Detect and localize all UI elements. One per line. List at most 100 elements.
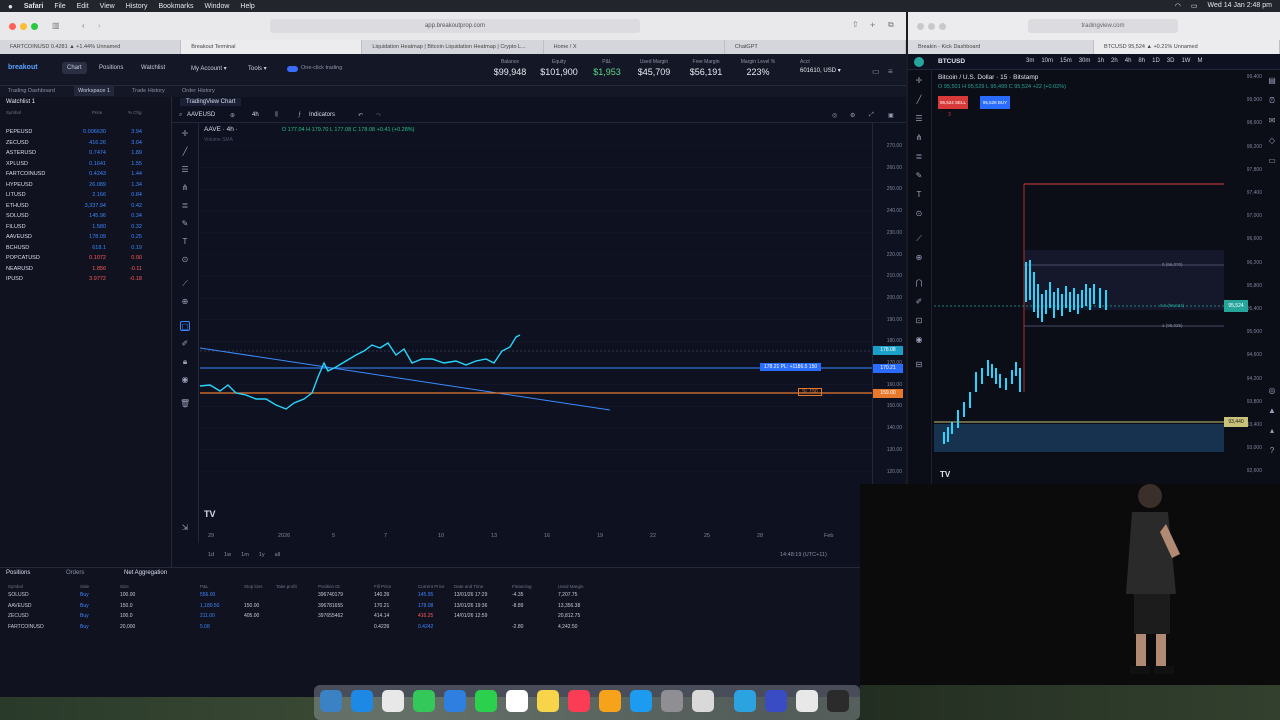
my-account-menu[interactable]: My Account ▾	[186, 62, 232, 75]
address-bar-right[interactable]: tradingview.com	[1028, 19, 1178, 33]
collapse-icon[interactable]: ⇲	[180, 523, 190, 533]
watchlist-row[interactable]: LITUSD 2.166 0.84	[0, 192, 172, 202]
chrome-icon[interactable]	[382, 690, 404, 712]
subnav-order-history[interactable]: Order History	[182, 88, 215, 94]
new-tab-icon[interactable]: +	[870, 20, 875, 30]
patterns-icon[interactable]: ⊙	[914, 209, 924, 219]
browser-tab[interactable]: ChatGPT	[725, 40, 907, 54]
pencil-lock-icon[interactable]: ✐	[914, 297, 924, 307]
zoom-window-button[interactable]	[939, 23, 946, 30]
menu-item-help[interactable]: Help	[240, 3, 254, 10]
tab-orders[interactable]: Orders	[66, 570, 84, 576]
timeframe-all[interactable]: all	[275, 552, 281, 558]
interval-3m[interactable]: 3m	[1026, 58, 1034, 64]
search-icon[interactable]: ⌕	[179, 112, 182, 119]
fib-icon[interactable]: ≣	[914, 152, 924, 162]
zoom-icon[interactable]: ⊕	[914, 253, 924, 263]
stop-loss-label[interactable]: SL 150	[798, 388, 822, 396]
nav-watchlist[interactable]: Watchlist	[136, 62, 170, 74]
lock-icon[interactable]: ⊡	[914, 316, 924, 326]
brush-icon[interactable]: ✎	[914, 171, 924, 181]
timeframe-1m[interactable]: 1m	[241, 552, 249, 558]
patterns-icon[interactable]: ⊙	[180, 255, 190, 265]
arrow-up-icon[interactable]: ▲	[1267, 406, 1277, 416]
price-plot[interactable]: AAVE · 4h · O 177.04 H 179.70 L 177.08 C…	[199, 123, 872, 543]
settings-icon[interactable]: ⚙	[850, 112, 855, 119]
music-icon[interactable]	[568, 690, 590, 712]
pencil-lock-icon[interactable]: ✐	[180, 339, 190, 349]
lock-icon[interactable]: 🔒︎	[180, 357, 190, 367]
watchlist-row[interactable]: IPUSD 3.9772 -0.18	[0, 276, 172, 286]
undo-icon[interactable]: ↶	[358, 112, 363, 119]
buy-button[interactable]: 95,526 BUY	[980, 96, 1010, 109]
interval-3D[interactable]: 3D	[1167, 58, 1175, 64]
ruler-icon[interactable]: ⟋	[914, 234, 924, 244]
crosshair-icon[interactable]: ✛	[180, 129, 190, 139]
alert-icon[interactable]: ⏰︎	[1267, 96, 1277, 106]
eye-icon[interactable]: ◉	[180, 375, 190, 385]
back-icon[interactable]: ‹	[82, 21, 85, 30]
trendline-icon[interactable]: ╱	[180, 147, 190, 157]
chart-type-icon[interactable]: ⫼	[275, 112, 278, 119]
message-icon[interactable]: ▭	[1267, 156, 1277, 166]
crosshair-icon[interactable]: ✛	[914, 76, 924, 86]
one-click-toggle[interactable]	[287, 66, 298, 72]
interval-M[interactable]: M	[1197, 58, 1202, 64]
watchlist-row[interactable]: ZECUSD 416.26 3.04	[0, 140, 172, 150]
position-cell[interactable]: ZECUSD	[8, 613, 29, 619]
close-window-button[interactable]	[9, 23, 16, 30]
system-settings-icon[interactable]	[661, 690, 683, 712]
minimize-window-button[interactable]	[20, 23, 27, 30]
watchlist-row[interactable]: SOLUSD 145.96 0.34	[0, 213, 172, 223]
app-logo[interactable]: breakout	[8, 64, 38, 71]
mail-icon[interactable]	[444, 690, 466, 712]
sell-button[interactable]: 95,524 SELL	[938, 96, 968, 109]
finder-icon[interactable]	[320, 690, 342, 712]
add-symbol-icon[interactable]: ⊕	[230, 112, 235, 119]
position-cell[interactable]: FARTCOINUSD	[8, 624, 44, 630]
trash-icon[interactable]: ⊟	[914, 360, 924, 370]
activity-monitor-icon[interactable]	[827, 690, 849, 712]
pitchfork-icon[interactable]: ⋔	[180, 183, 190, 193]
menu-icon[interactable]: ≡	[888, 67, 893, 76]
fib-icon[interactable]: ≣	[180, 201, 190, 211]
horizontal-lines-icon[interactable]: ☰	[180, 165, 190, 175]
indicators-button[interactable]: Indicators	[309, 112, 335, 118]
watchlist-row[interactable]: HYPEUSD 26.089 1.34	[0, 182, 172, 192]
qty-value[interactable]: 3	[948, 112, 951, 118]
target-icon[interactable]: ◎	[1267, 386, 1277, 396]
price-axis[interactable]: 270.00 260.00 250.00 240.00 230.00 220.00 210.…	[872, 123, 906, 543]
menubar-clock[interactable]: Wed 14 Jan 2:48 pm	[1208, 2, 1272, 10]
tab-positions[interactable]: Positions	[6, 570, 30, 576]
safari-icon[interactable]	[351, 690, 373, 712]
forward-icon[interactable]: ›	[98, 21, 101, 30]
interval-15m[interactable]: 15m	[1060, 58, 1072, 64]
timeframe-1d[interactable]: 1d	[208, 552, 214, 558]
minimize-window-button[interactable]	[928, 23, 935, 30]
redo-icon[interactable]: ↷	[376, 112, 381, 119]
address-bar[interactable]: app.breakoutprop.com	[270, 19, 640, 33]
fullscreen-icon[interactable]: ⤢	[869, 112, 874, 119]
symbol-selector[interactable]: AAVEUSD	[187, 112, 215, 118]
camera-icon[interactable]: ◎	[832, 112, 837, 119]
menu-item-file[interactable]: File	[54, 3, 65, 10]
watchlist-row[interactable]: FILUSD 1.580 0.32	[0, 224, 172, 234]
interval-10m[interactable]: 10m	[1041, 58, 1053, 64]
chart-tab[interactable]: TradingView Chart	[180, 98, 242, 106]
watchlist-row[interactable]: NEARUSD 1.856 -0.11	[0, 266, 172, 276]
position-cell[interactable]: AAVEUSD	[8, 603, 32, 609]
calendar-icon[interactable]	[506, 690, 528, 712]
watchlist-row[interactable]: POPCATUSD 0.1072 0.00	[0, 255, 172, 265]
app-store-icon[interactable]	[630, 690, 652, 712]
ruler-icon[interactable]: ⟋	[180, 279, 190, 289]
battery-icon[interactable]: ▭	[1191, 2, 1198, 10]
zoom-window-button[interactable]	[31, 23, 38, 30]
textedit-icon[interactable]	[796, 690, 818, 712]
notes-icon[interactable]	[537, 690, 559, 712]
interval-2h[interactable]: 2h	[1111, 58, 1118, 64]
display-icon[interactable]	[765, 690, 787, 712]
layout-icon[interactable]: ▭	[872, 67, 880, 76]
magnet-icon[interactable]: ▢	[180, 321, 190, 331]
nav-chart[interactable]: Chart	[62, 62, 87, 74]
text-icon[interactable]: T	[180, 237, 190, 247]
